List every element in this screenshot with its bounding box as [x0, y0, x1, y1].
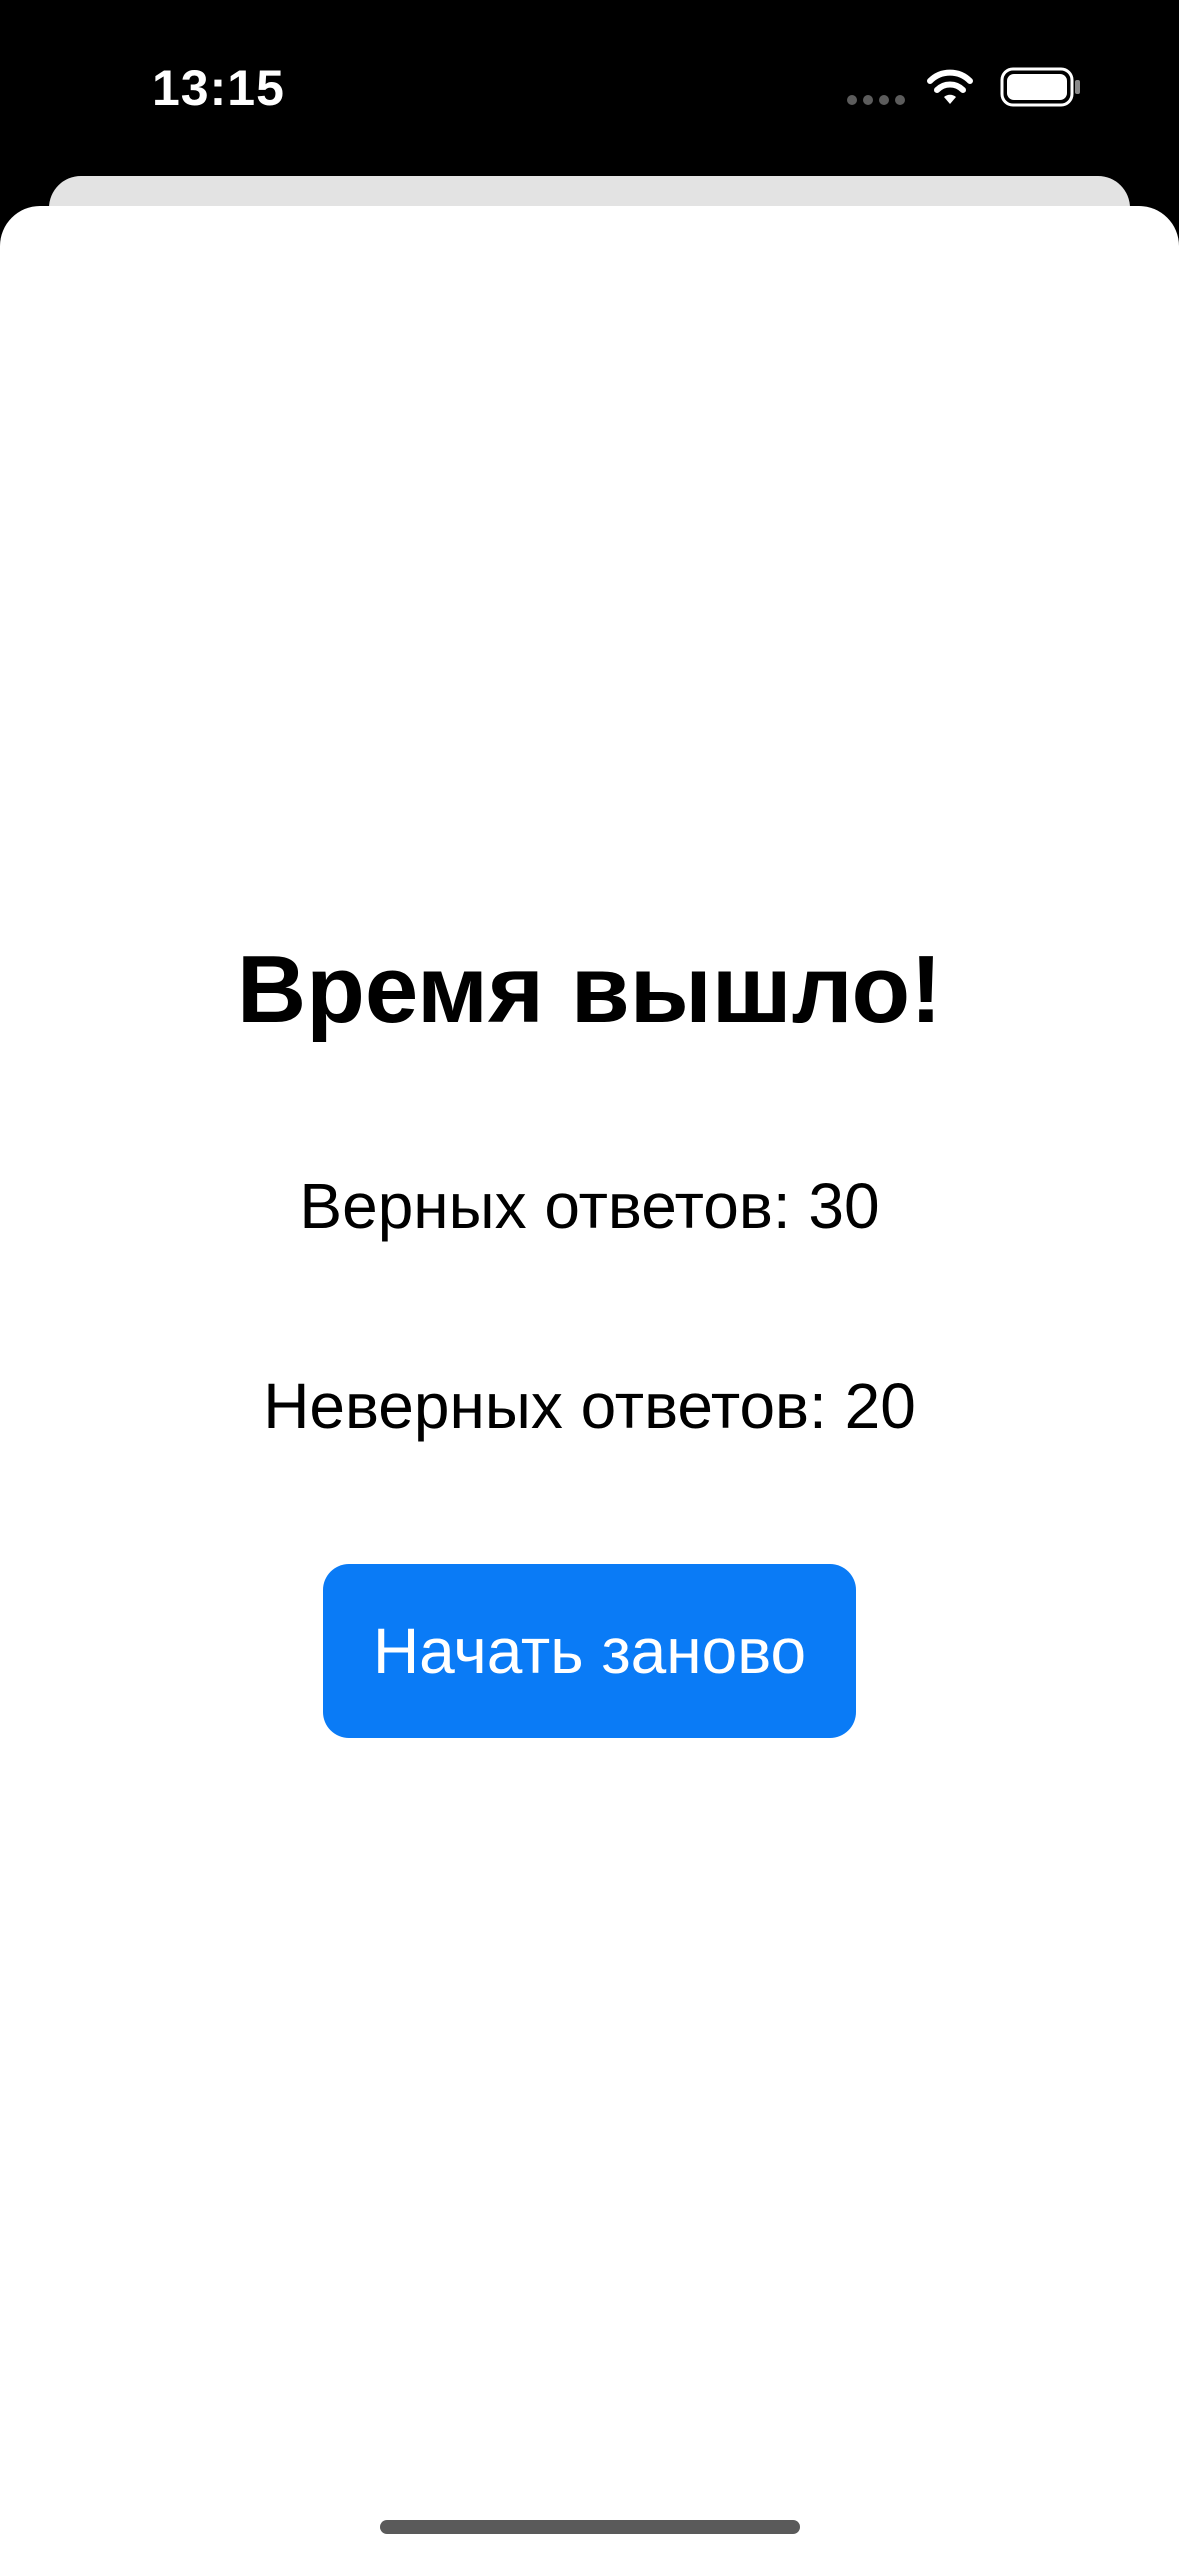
correct-answers-count: Верных ответов: 30	[299, 1170, 880, 1242]
page-title: Время вышло!	[236, 936, 943, 1043]
wifi-icon	[927, 69, 973, 104]
cellular-dots-icon	[847, 95, 905, 105]
status-bar: 13:15	[0, 0, 1179, 170]
app-screen: 13:15 Время вышло! Верных ответов: 30 Не…	[0, 0, 1179, 2556]
battery-icon	[1000, 67, 1080, 107]
restart-button[interactable]: Начать заново	[323, 1564, 856, 1738]
wrong-answers-count: Неверных ответов: 20	[263, 1370, 916, 1442]
home-indicator[interactable]	[380, 2520, 800, 2534]
status-time: 13:15	[152, 60, 285, 116]
